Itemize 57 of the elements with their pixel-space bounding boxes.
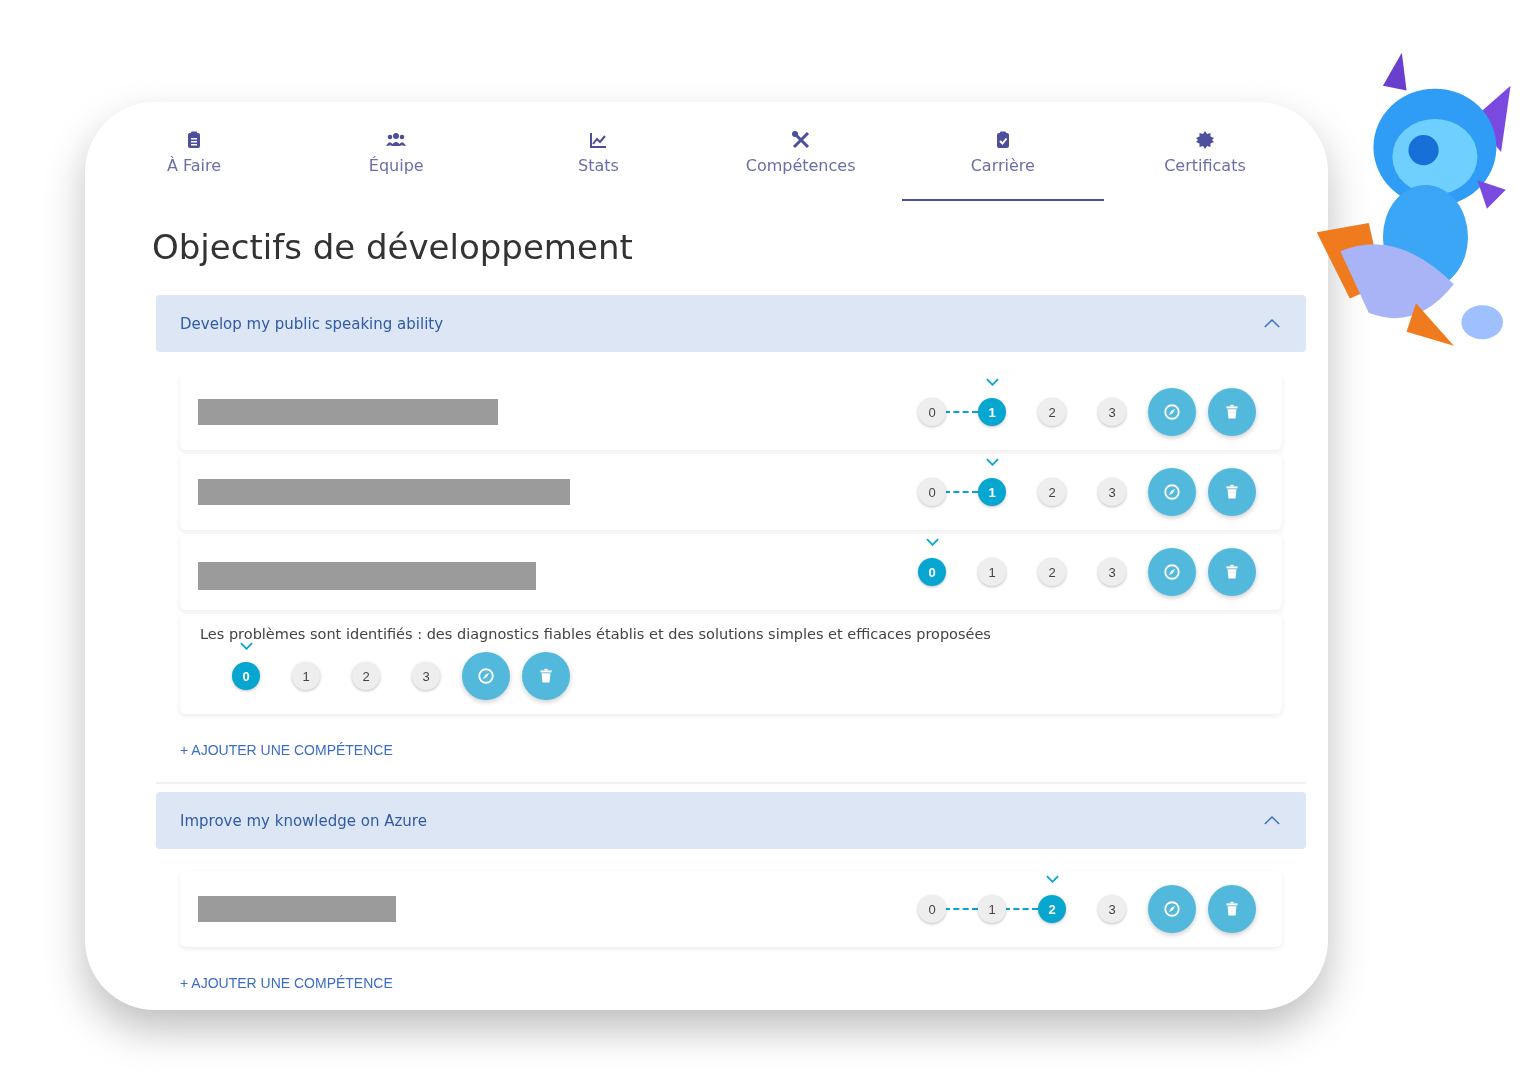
level-button[interactable]: 2 [1038,558,1066,586]
badge-icon [1194,130,1215,150]
chevron-icon [926,538,939,546]
line-chart-icon [588,130,609,150]
compass-icon [1163,403,1181,421]
add-skill-link[interactable]: + AJOUTER UNE COMPÉTENCE [180,975,393,991]
compass-icon [1163,483,1181,501]
nav-tab[interactable]: Équipe [295,126,498,201]
goal-header[interactable]: Develop my public speaking ability [156,295,1306,352]
compass-button[interactable] [1148,468,1196,516]
nav-tab[interactable]: Certificats [1103,126,1307,201]
level-button[interactable]: 1 [978,558,1006,586]
compass-button[interactable] [1148,388,1196,436]
level-button[interactable]: 2 [1038,398,1066,426]
chevron-icon [1263,815,1281,826]
level-button[interactable]: 1 [978,895,1006,923]
level-button[interactable]: 3 [1098,478,1126,506]
trash-icon [1224,483,1240,501]
level-button[interactable]: 2 [352,662,380,690]
trash-icon [1224,403,1240,421]
chevron-icon [240,642,253,650]
compass-icon [1163,900,1181,918]
trash-icon [1224,900,1240,918]
tools-icon [790,130,811,150]
add-skill-link[interactable]: + AJOUTER UNE COMPÉTENCE [180,742,393,758]
delete-button[interactable] [522,652,570,700]
level-button[interactable]: 0 [918,895,946,923]
compass-button[interactable] [1148,885,1196,933]
delete-button[interactable] [1208,388,1256,436]
compass-button[interactable] [462,652,510,700]
compass-icon [1163,563,1181,581]
trash-icon [538,667,554,685]
chevron-icon [986,458,999,466]
level-button[interactable]: 3 [1098,558,1126,586]
delete-button[interactable] [1208,548,1256,596]
level-button[interactable]: 3 [412,662,440,690]
nav-tab[interactable]: À Faire [93,126,296,201]
level-button[interactable]: 1 [292,662,320,690]
compass-icon [477,667,495,685]
goal-header[interactable]: Improve my knowledge on Azure [156,792,1306,849]
page-title: Objectifs de développement [152,227,634,267]
compass-button[interactable] [1148,548,1196,596]
level-button[interactable]: 0 [918,478,946,506]
level-button[interactable]: 3 [1098,398,1126,426]
nav-tab[interactable]: Stats [497,126,700,201]
level-button[interactable]: 3 [1098,895,1126,923]
trash-icon [1224,563,1240,581]
delete-button[interactable] [1208,885,1256,933]
delete-button[interactable] [1208,468,1256,516]
nav-tab[interactable]: Carrière [901,126,1104,201]
level-button[interactable]: 2 [1038,478,1066,506]
skill-description: Les problèmes sont identifiés : des diagnostics fiables établis et des solutions simples et efficaces proposées [200,626,991,642]
chevron-icon [986,378,999,386]
nav-tab[interactable]: Compétences [699,126,902,201]
chevron-icon [1263,318,1281,329]
chevron-icon [1046,875,1059,883]
level-button[interactable]: 0 [918,398,946,426]
